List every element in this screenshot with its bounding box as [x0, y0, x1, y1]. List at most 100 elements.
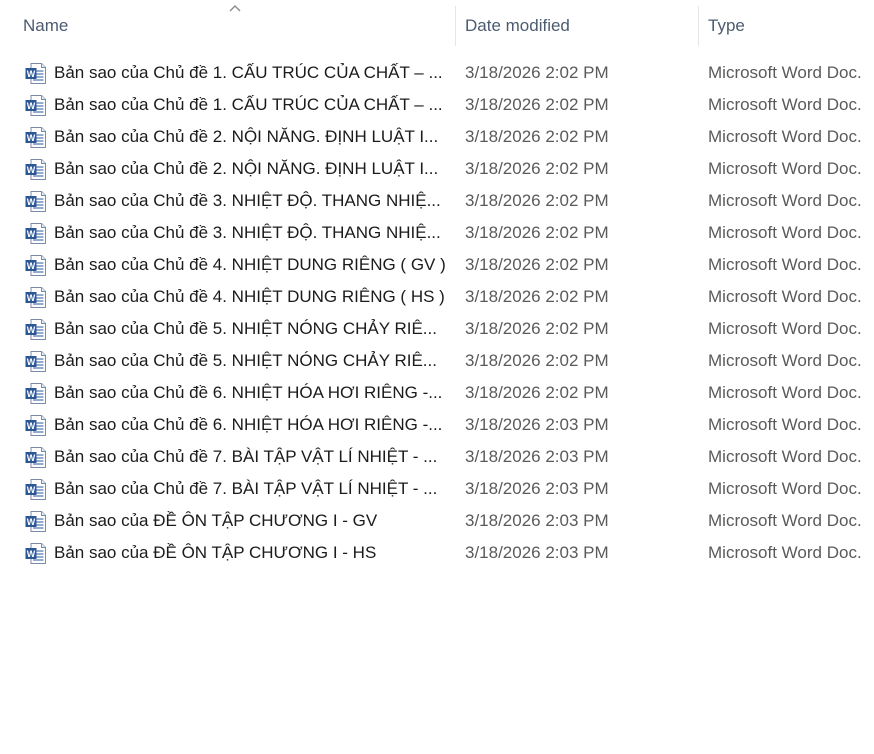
file-row[interactable]: W Bản sao của Chủ đề 1. CẤU TRÚC CỦA CHẤT…	[0, 88, 874, 120]
file-row[interactable]: W Bản sao của Chủ đề 6. NHIỆT HÓA HƠI RIÊ…	[0, 376, 874, 408]
column-header-bar: Name Date modified Type	[0, 0, 874, 52]
word-document-icon: W	[24, 446, 47, 469]
file-date-modified: 3/18/2026 2:02 PM	[465, 255, 609, 274]
word-document-icon: W	[24, 222, 47, 245]
file-row[interactable]: W Bản sao của Chủ đề 5. NHIỆT NÓNG CHẢY R…	[0, 312, 874, 344]
file-date-modified: 3/18/2026 2:02 PM	[465, 127, 609, 146]
file-date-modified: 3/18/2026 2:02 PM	[465, 223, 609, 242]
file-type: Microsoft Word Doc.	[708, 415, 862, 434]
file-row[interactable]: W Bản sao của Chủ đề 6. NHIỆT HÓA HƠI RIÊ…	[0, 408, 874, 440]
column-header-type[interactable]: Type	[708, 16, 745, 36]
file-type: Microsoft Word Doc.	[708, 447, 862, 466]
file-date-modified: 3/18/2026 2:03 PM	[465, 415, 609, 434]
file-date-modified: 3/18/2026 2:02 PM	[465, 351, 609, 370]
file-date-modified: 3/18/2026 2:03 PM	[465, 447, 609, 466]
file-date-modified: 3/18/2026 2:03 PM	[465, 479, 609, 498]
file-name[interactable]: Bản sao của Chủ đề 1. CẤU TRÚC CỦA CHẤT …	[54, 94, 446, 116]
file-name[interactable]: Bản sao của ĐỀ ÔN TẬP CHƯƠNG I - HS	[54, 542, 446, 564]
file-type: Microsoft Word Doc.	[708, 543, 862, 562]
file-row[interactable]: W Bản sao của Chủ đề 7. BÀI TẬP VẬT LÍ NH…	[0, 440, 874, 472]
file-name[interactable]: Bản sao của Chủ đề 6. NHIỆT HÓA HƠI RIÊN…	[54, 414, 446, 436]
svg-text:W: W	[27, 293, 36, 303]
word-document-icon: W	[24, 318, 47, 341]
file-type: Microsoft Word Doc.	[708, 351, 862, 370]
svg-text:W: W	[27, 325, 36, 335]
chevron-up-icon	[229, 5, 241, 12]
column-divider[interactable]	[455, 6, 456, 46]
file-name[interactable]: Bản sao của Chủ đề 6. NHIỆT HÓA HƠI RIÊN…	[54, 382, 446, 404]
file-name[interactable]: Bản sao của ĐỀ ÔN TẬP CHƯƠNG I - GV	[54, 510, 446, 532]
word-document-icon: W	[24, 126, 47, 149]
word-document-icon: W	[24, 62, 47, 85]
file-date-modified: 3/18/2026 2:03 PM	[465, 511, 609, 530]
word-document-icon: W	[24, 158, 47, 181]
file-row[interactable]: W Bản sao của Chủ đề 2. NỘI NĂNG. ĐỊNH LU…	[0, 152, 874, 184]
file-type: Microsoft Word Doc.	[708, 287, 862, 306]
file-name[interactable]: Bản sao của Chủ đề 7. BÀI TẬP VẬT LÍ NHI…	[54, 478, 446, 500]
file-row[interactable]: W Bản sao của ĐỀ ÔN TẬP CHƯƠNG I - GV 3/18…	[0, 504, 874, 536]
word-document-icon: W	[24, 286, 47, 309]
svg-text:W: W	[27, 517, 36, 527]
word-document-icon: W	[24, 350, 47, 373]
svg-text:W: W	[27, 421, 36, 431]
word-document-icon: W	[24, 542, 47, 565]
file-row[interactable]: W Bản sao của ĐỀ ÔN TẬP CHƯƠNG I - HS 3/18…	[0, 536, 874, 568]
column-header-date-modified[interactable]: Date modified	[465, 16, 570, 36]
file-type: Microsoft Word Doc.	[708, 319, 862, 338]
file-list: W Bản sao của Chủ đề 1. CẤU TRÚC CỦA CHẤT…	[0, 56, 874, 568]
file-type: Microsoft Word Doc.	[708, 159, 862, 178]
file-name[interactable]: Bản sao của Chủ đề 3. NHIỆT ĐỘ. THANG NH…	[54, 190, 446, 212]
file-date-modified: 3/18/2026 2:02 PM	[465, 383, 609, 402]
file-name[interactable]: Bản sao của Chủ đề 4. NHIỆT DUNG RIÊNG (…	[54, 254, 446, 276]
word-document-icon: W	[24, 510, 47, 533]
file-row[interactable]: W Bản sao của Chủ đề 7. BÀI TẬP VẬT LÍ NH…	[0, 472, 874, 504]
file-name[interactable]: Bản sao của Chủ đề 5. NHIỆT NÓNG CHẢY RI…	[54, 318, 446, 340]
file-type: Microsoft Word Doc.	[708, 191, 862, 210]
svg-text:W: W	[27, 485, 36, 495]
file-name[interactable]: Bản sao của Chủ đề 2. NỘI NĂNG. ĐỊNH LUẬ…	[54, 158, 446, 180]
file-row[interactable]: W Bản sao của Chủ đề 1. CẤU TRÚC CỦA CHẤT…	[0, 56, 874, 88]
file-date-modified: 3/18/2026 2:02 PM	[465, 95, 609, 114]
file-name[interactable]: Bản sao của Chủ đề 5. NHIỆT NÓNG CHẢY RI…	[54, 350, 446, 372]
file-date-modified: 3/18/2026 2:02 PM	[465, 287, 609, 306]
file-name[interactable]: Bản sao của Chủ đề 3. NHIỆT ĐỘ. THANG NH…	[54, 222, 446, 244]
file-type: Microsoft Word Doc.	[708, 95, 862, 114]
column-header-name[interactable]: Name	[23, 16, 68, 36]
file-row[interactable]: W Bản sao của Chủ đề 5. NHIỆT NÓNG CHẢY R…	[0, 344, 874, 376]
file-type: Microsoft Word Doc.	[708, 127, 862, 146]
file-name[interactable]: Bản sao của Chủ đề 4. NHIỆT DUNG RIÊNG (…	[54, 286, 446, 308]
svg-text:W: W	[27, 133, 36, 143]
file-date-modified: 3/18/2026 2:02 PM	[465, 319, 609, 338]
svg-text:W: W	[27, 101, 36, 111]
file-name[interactable]: Bản sao của Chủ đề 7. BÀI TẬP VẬT LÍ NHI…	[54, 446, 446, 468]
file-row[interactable]: W Bản sao của Chủ đề 4. NHIỆT DUNG RIÊNG …	[0, 248, 874, 280]
file-type: Microsoft Word Doc.	[708, 383, 862, 402]
file-row[interactable]: W Bản sao của Chủ đề 4. NHIỆT DUNG RIÊNG …	[0, 280, 874, 312]
file-name[interactable]: Bản sao của Chủ đề 2. NỘI NĂNG. ĐỊNH LUẬ…	[54, 126, 446, 148]
file-type: Microsoft Word Doc.	[708, 223, 862, 242]
file-type: Microsoft Word Doc.	[708, 255, 862, 274]
file-row[interactable]: W Bản sao của Chủ đề 3. NHIỆT ĐỘ. THANG N…	[0, 184, 874, 216]
file-date-modified: 3/18/2026 2:03 PM	[465, 543, 609, 562]
file-row[interactable]: W Bản sao của Chủ đề 2. NỘI NĂNG. ĐỊNH LU…	[0, 120, 874, 152]
word-document-icon: W	[24, 478, 47, 501]
file-row[interactable]: W Bản sao của Chủ đề 3. NHIỆT ĐỘ. THANG N…	[0, 216, 874, 248]
word-document-icon: W	[24, 94, 47, 117]
svg-text:W: W	[27, 357, 36, 367]
svg-text:W: W	[27, 229, 36, 239]
svg-text:W: W	[27, 261, 36, 271]
file-type: Microsoft Word Doc.	[708, 511, 862, 530]
word-document-icon: W	[24, 254, 47, 277]
column-divider[interactable]	[698, 6, 699, 46]
svg-text:W: W	[27, 453, 36, 463]
file-name[interactable]: Bản sao của Chủ đề 1. CẤU TRÚC CỦA CHẤT …	[54, 62, 446, 84]
word-document-icon: W	[24, 382, 47, 405]
file-date-modified: 3/18/2026 2:02 PM	[465, 63, 609, 82]
svg-text:W: W	[27, 389, 36, 399]
svg-text:W: W	[27, 165, 36, 175]
svg-text:W: W	[27, 69, 36, 79]
file-type: Microsoft Word Doc.	[708, 63, 862, 82]
file-type: Microsoft Word Doc.	[708, 479, 862, 498]
svg-text:W: W	[27, 549, 36, 559]
svg-text:W: W	[27, 197, 36, 207]
